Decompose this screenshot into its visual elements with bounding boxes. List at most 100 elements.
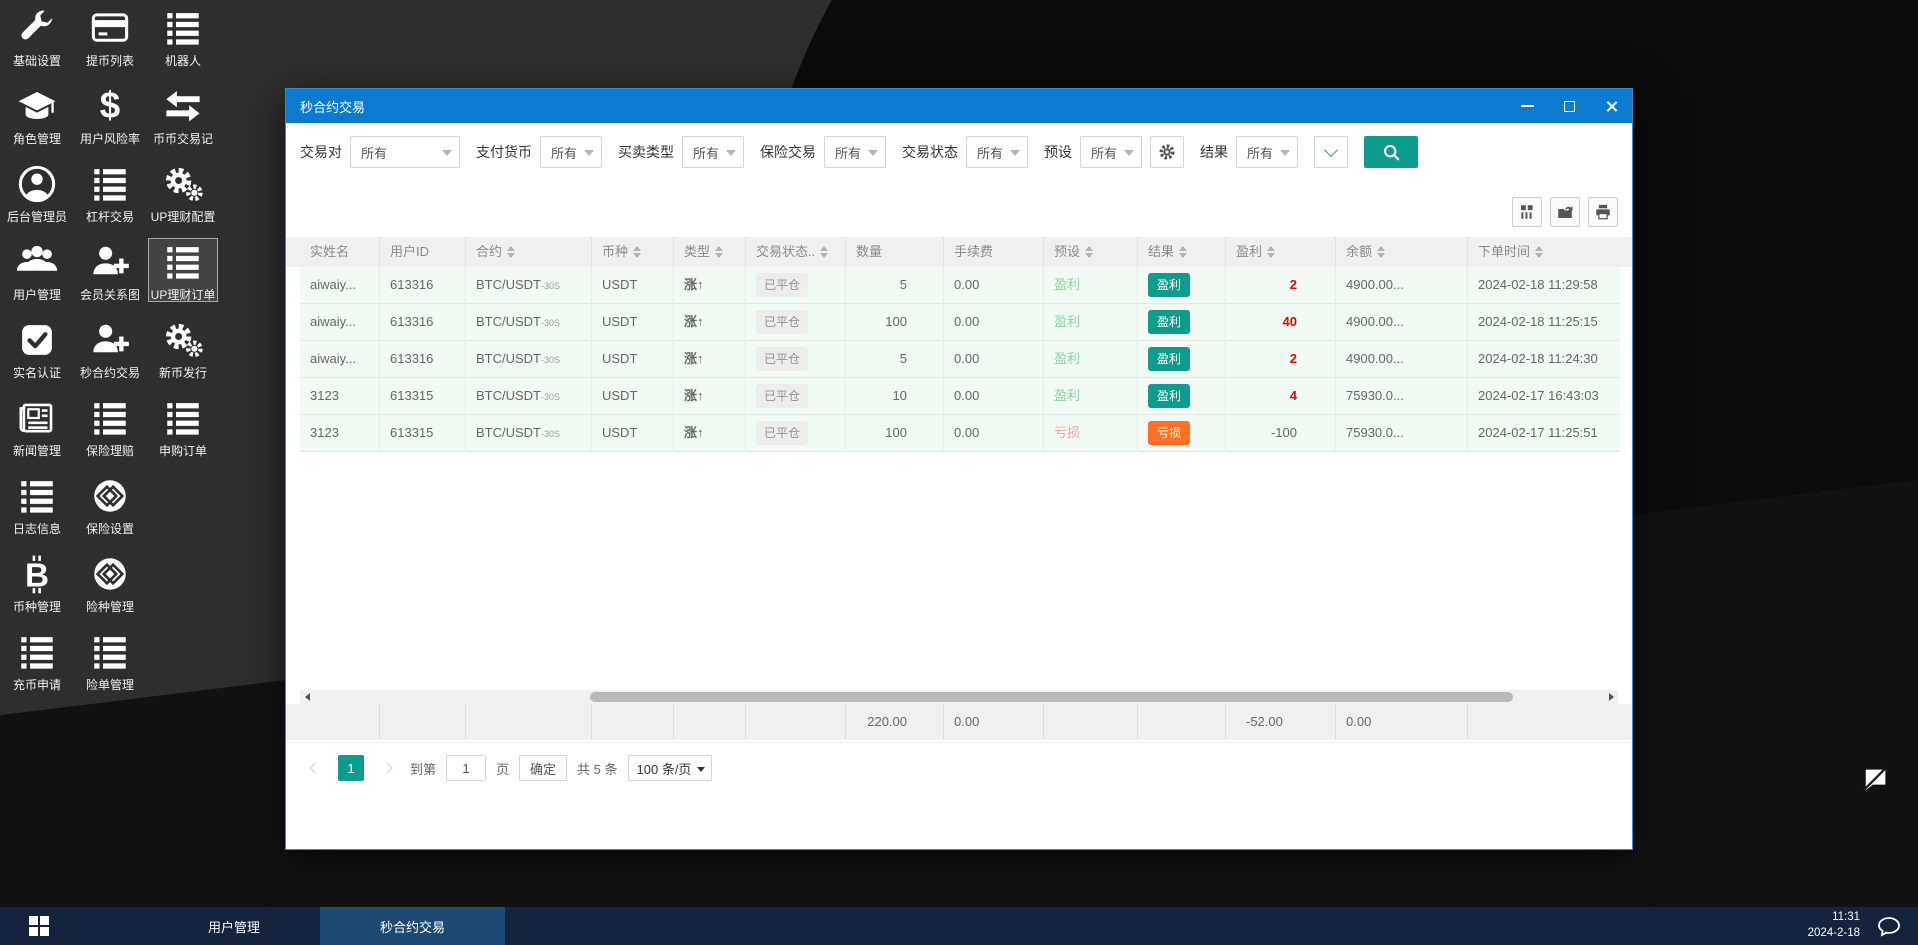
sort-icon <box>1267 246 1275 258</box>
scroll-left-arrow-icon[interactable] <box>300 690 314 704</box>
desktop-item-news-management[interactable]: 新闻管理 <box>2 394 72 458</box>
list-icon <box>162 397 204 439</box>
table-row[interactable]: aiwaiy... 613316 BTC/USDT-30S USDT 涨↑ 已平… <box>300 341 1620 378</box>
next-page-button[interactable] <box>374 755 400 781</box>
desktop-item-kyc[interactable]: 实名认证 <box>2 316 72 380</box>
pay-currency-select[interactable]: 所有 <box>540 136 602 168</box>
desktop-item-log-info[interactable]: 日志信息 <box>2 472 72 536</box>
start-button[interactable] <box>0 907 78 945</box>
desktop: 基础设置 提币列表 机器人 角色管理 用户风险率 币币交易记 后台管理员 杠杆交… <box>0 0 1918 945</box>
header-trade-status[interactable]: 交易状态.. <box>746 237 846 267</box>
insurance-trade-select[interactable]: 所有 <box>824 136 886 168</box>
desktop-item-second-contract[interactable]: 秒合约交易 <box>75 316 145 380</box>
header-contract[interactable]: 合约 <box>466 237 592 267</box>
columns-filter-button[interactable] <box>1512 197 1542 227</box>
desktop-item-insurance-settings[interactable]: 保险设置 <box>75 472 145 536</box>
trade-type-select[interactable]: 所有 <box>682 136 744 168</box>
cell-result: 盈利 <box>1138 341 1226 377</box>
chevron-left-icon <box>309 762 320 773</box>
confirm-button[interactable]: 确定 <box>519 755 567 781</box>
header-preset[interactable]: 预设 <box>1044 237 1138 267</box>
preset-select[interactable]: 所有 <box>1080 136 1142 168</box>
header-profit[interactable]: 盈利 <box>1226 237 1336 267</box>
maximize-button[interactable] <box>1548 89 1590 123</box>
cell-time: 2024-02-18 11:24:30 <box>1468 341 1620 377</box>
chevron-down-icon <box>868 150 878 156</box>
prev-page-button[interactable] <box>302 755 328 781</box>
header-type[interactable]: 类型 <box>674 237 746 267</box>
chevron-down-icon <box>1280 150 1290 156</box>
export-button[interactable] <box>1550 197 1580 227</box>
trade-status-select[interactable]: 所有 <box>966 136 1028 168</box>
table-row[interactable]: 3123 613315 BTC/USDT-30S USDT 涨↑ 已平仓 10 … <box>300 378 1620 415</box>
desktop-item-robot[interactable]: 机器人 <box>148 4 218 68</box>
cell-result: 盈利 <box>1138 378 1226 414</box>
summary-userid <box>380 704 466 740</box>
minimize-button[interactable] <box>1506 89 1548 123</box>
cell-qty: 100 <box>846 415 944 451</box>
scrollbar-thumb[interactable] <box>590 692 1513 702</box>
desktop-item-basic-settings[interactable]: 基础设置 <box>2 4 72 68</box>
desktop-item-user-management[interactable]: 用户管理 <box>2 238 72 302</box>
desktop-item-insurance-claims[interactable]: 保险理赔 <box>75 394 145 458</box>
desktop-item-label: 保险理赔 <box>86 442 134 457</box>
cell-contract: BTC/USDT-30S <box>466 415 592 451</box>
notification-muted-icon[interactable] <box>1860 765 1890 795</box>
header-order-time[interactable]: 下单时间 <box>1468 237 1620 267</box>
print-button[interactable] <box>1588 197 1618 227</box>
trading-pair-select[interactable]: 所有 <box>350 136 460 168</box>
desktop-item-label: 险种管理 <box>86 598 134 613</box>
desktop-item-withdraw-list[interactable]: 提币列表 <box>75 4 145 68</box>
table-row[interactable]: aiwaiy... 613316 BTC/USDT-30S USDT 涨↑ 已平… <box>300 267 1620 304</box>
per-page-select[interactable]: 100 条/页 <box>628 755 713 781</box>
cell-realname: 3123 <box>300 415 380 451</box>
scroll-right-arrow-icon[interactable] <box>1604 690 1618 704</box>
current-page-button[interactable]: 1 <box>338 755 364 781</box>
desktop-item-up-finance-config[interactable]: UP理财配置 <box>148 160 218 224</box>
desktop-item-up-finance-orders[interactable]: UP理财订单 <box>148 238 218 302</box>
desktop-item-new-coin-issue[interactable]: 新币发行 <box>148 316 218 380</box>
desktop-item-insurance-type-management[interactable]: 险种管理 <box>75 550 145 614</box>
cell-balance: 4900.00... <box>1336 267 1468 303</box>
goto-page-input[interactable] <box>446 755 486 781</box>
users-icon <box>16 241 58 283</box>
summary-balance: 0.00 <box>1336 704 1468 740</box>
desktop-item-admin-manager[interactable]: 后台管理员 <box>2 160 72 224</box>
horizontal-scrollbar[interactable] <box>300 690 1618 704</box>
result-badge: 盈利 <box>1148 310 1190 334</box>
desktop-item-role-management[interactable]: 角色管理 <box>2 82 72 146</box>
desktop-item-coin-management[interactable]: 币种管理 <box>2 550 72 614</box>
chat-bubble-icon <box>1877 914 1901 938</box>
close-button[interactable] <box>1590 89 1632 123</box>
window-titlebar[interactable]: 秒合约交易 <box>286 89 1632 123</box>
desktop-item-deposit-request[interactable]: 充币申请 <box>2 628 72 692</box>
desktop-item-label: 日志信息 <box>13 520 61 535</box>
desktop-item-policy-management[interactable]: 险单管理 <box>75 628 145 692</box>
cell-profit: 40 <box>1226 304 1336 340</box>
taskbar-item-second-contract[interactable]: 秒合约交易 <box>320 907 505 945</box>
expand-filters-button[interactable] <box>1314 136 1348 168</box>
result-select[interactable]: 所有 <box>1236 136 1298 168</box>
chat-button[interactable] <box>1874 907 1904 945</box>
desktop-item-subscription-orders[interactable]: 申购订单 <box>148 394 218 458</box>
status-tag: 已平仓 <box>756 421 808 445</box>
table-row[interactable]: aiwaiy... 613316 BTC/USDT-30S USDT 涨↑ 已平… <box>300 304 1620 341</box>
header-qty: 数量 <box>846 237 944 267</box>
taskbar-item-user-management[interactable]: 用户管理 <box>148 907 320 945</box>
preset-settings-button[interactable] <box>1150 136 1184 168</box>
desktop-item-coin-trade-log[interactable]: 币币交易记 <box>148 82 218 146</box>
desktop-item-user-risk-rate[interactable]: 用户风险率 <box>75 82 145 146</box>
header-result[interactable]: 结果 <box>1138 237 1226 267</box>
desktop-item-member-graph[interactable]: 会员关系图 <box>75 238 145 302</box>
header-coin[interactable]: 币种 <box>592 237 674 267</box>
taskbar-clock[interactable]: 11:31 2024-2-18 <box>1808 910 1860 941</box>
header-balance[interactable]: 余额 <box>1336 237 1468 267</box>
filter-trading-pair: 交易对 所有 <box>300 136 460 168</box>
cell-coin: USDT <box>592 378 674 414</box>
search-button[interactable] <box>1364 136 1418 168</box>
chevron-down-icon <box>584 150 594 156</box>
list-icon <box>162 7 204 49</box>
desktop-item-leverage-trade[interactable]: 杠杆交易 <box>75 160 145 224</box>
table-row[interactable]: 3123 613315 BTC/USDT-30S USDT 涨↑ 已平仓 100… <box>300 415 1620 452</box>
cell-coin: USDT <box>592 415 674 451</box>
